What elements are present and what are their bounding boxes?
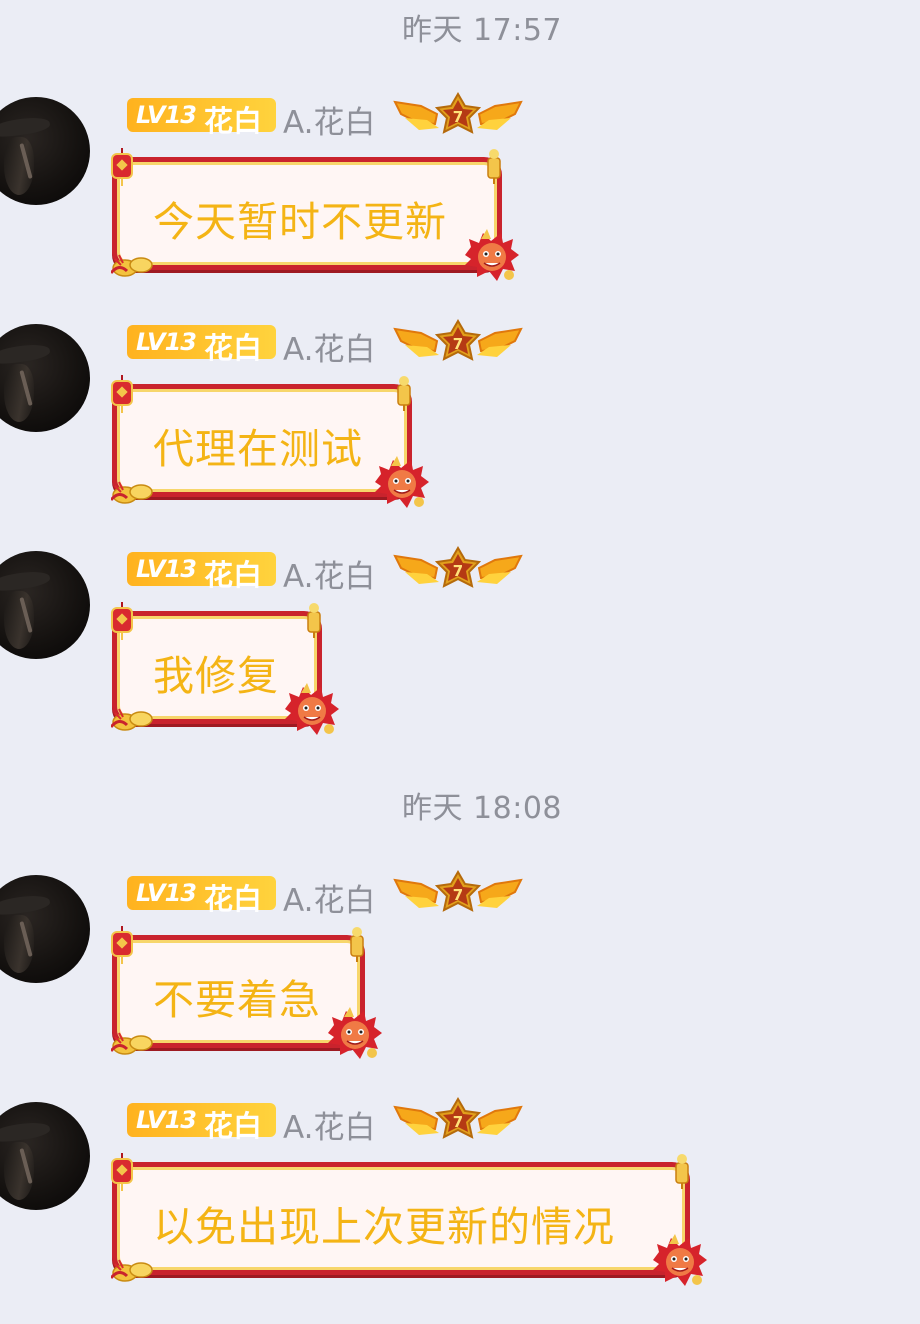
level-title: 花白 <box>204 558 263 592</box>
firework-icon <box>483 148 505 184</box>
coins-icon <box>111 478 159 504</box>
winged-crown-badge-icon[interactable] <box>391 319 525 365</box>
user-avatar[interactable] <box>0 551 90 659</box>
level-badge[interactable]: LV13 花白 <box>127 98 276 138</box>
message-text: 今天暂时不更新 <box>153 198 447 246</box>
sender-nickname[interactable]: A.花白 <box>283 875 376 920</box>
level-text: LV13 <box>136 101 197 129</box>
sender-nickname[interactable]: A.花白 <box>283 1102 376 1147</box>
message-bubble[interactable]: 以免出现上次更新的情况 <box>112 1162 690 1275</box>
firework-icon <box>393 375 415 411</box>
message-bubble[interactable]: 不要着急 <box>112 935 365 1048</box>
lion-dance-icon <box>281 679 343 741</box>
user-avatar[interactable] <box>0 97 90 205</box>
sender-nickname[interactable]: A.花白 <box>283 324 376 369</box>
lantern-icon <box>109 148 135 186</box>
lantern-icon <box>109 1153 135 1191</box>
message-text: 以免出现上次更新的情况 <box>153 1203 615 1251</box>
level-badge[interactable]: LV13 花白 <box>127 1103 276 1143</box>
level-text: LV13 <box>136 328 197 356</box>
level-text: LV13 <box>136 555 197 583</box>
sender-info: LV13 花白 A.花白 <box>127 324 547 368</box>
level-badge[interactable]: LV13 花白 <box>127 876 276 916</box>
level-text: LV13 <box>136 1106 197 1134</box>
message-text: 不要着急 <box>153 976 321 1024</box>
firework-icon <box>303 602 325 638</box>
timestamp: 昨天 18:08 <box>402 791 562 826</box>
winged-crown-badge-icon[interactable] <box>391 92 525 138</box>
lion-dance-icon <box>461 225 523 287</box>
winged-crown-badge-icon[interactable] <box>391 1097 525 1143</box>
coins-icon <box>111 1029 159 1055</box>
level-title: 花白 <box>204 331 263 365</box>
lion-dance-icon <box>649 1230 711 1292</box>
user-avatar[interactable] <box>0 324 90 432</box>
message-item: LV13 花白 A.花白 以免出现上次更新的情况 <box>0 1102 920 1302</box>
user-avatar[interactable] <box>0 875 90 983</box>
sender-info: LV13 花白 A.花白 <box>127 1102 547 1146</box>
level-badge[interactable]: LV13 花白 <box>127 552 276 592</box>
user-avatar[interactable] <box>0 1102 90 1210</box>
firework-icon <box>671 1153 693 1189</box>
message-bubble[interactable]: 代理在测试 <box>112 384 412 497</box>
level-title: 花白 <box>204 1109 263 1143</box>
message-item: LV13 花白 A.花白 代理在测试 <box>0 324 920 524</box>
sender-nickname[interactable]: A.花白 <box>283 551 376 596</box>
message-item: LV13 花白 A.花白 今天暂时不更新 <box>0 97 920 297</box>
lion-dance-icon <box>324 1003 386 1065</box>
lantern-icon <box>109 602 135 640</box>
level-badge[interactable]: LV13 花白 <box>127 325 276 365</box>
sender-info: LV13 花白 A.花白 <box>127 875 547 919</box>
coins-icon <box>111 705 159 731</box>
lantern-icon <box>109 926 135 964</box>
coins-icon <box>111 251 159 277</box>
level-title: 花白 <box>204 882 263 916</box>
message-bubble[interactable]: 我修复 <box>112 611 322 724</box>
timestamp: 昨天 17:57 <box>402 13 562 48</box>
coins-icon <box>111 1256 159 1282</box>
lantern-icon <box>109 375 135 413</box>
lion-dance-icon <box>371 452 433 514</box>
firework-icon <box>346 926 368 962</box>
winged-crown-badge-icon[interactable] <box>391 870 525 916</box>
sender-nickname[interactable]: A.花白 <box>283 97 376 142</box>
message-text: 我修复 <box>153 652 279 700</box>
message-item: LV13 花白 A.花白 不要着急 <box>0 875 920 1075</box>
sender-info: LV13 花白 A.花白 <box>127 551 547 595</box>
level-text: LV13 <box>136 879 197 907</box>
message-text: 代理在测试 <box>153 425 363 473</box>
message-bubble[interactable]: 今天暂时不更新 <box>112 157 502 270</box>
sender-info: LV13 花白 A.花白 <box>127 97 547 141</box>
message-item: LV13 花白 A.花白 我修复 <box>0 551 920 751</box>
level-title: 花白 <box>204 104 263 138</box>
winged-crown-badge-icon[interactable] <box>391 546 525 592</box>
